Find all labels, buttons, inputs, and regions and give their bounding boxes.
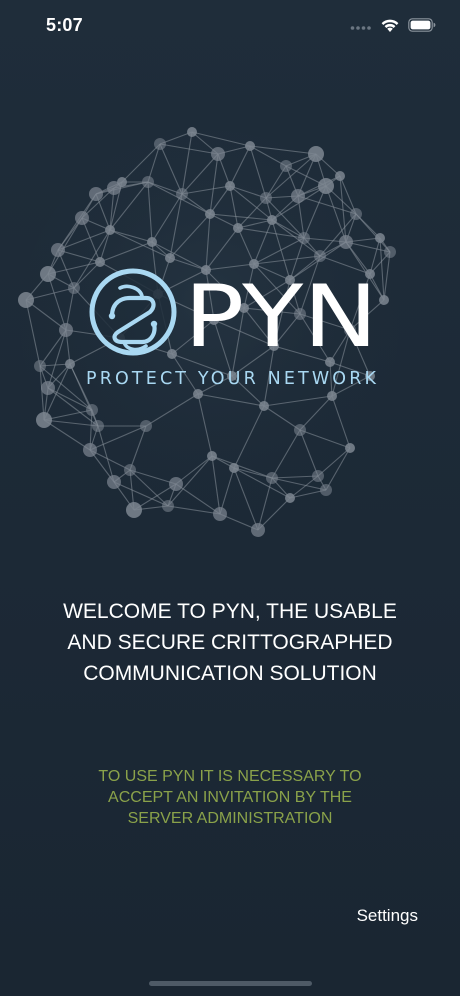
network-node [308, 146, 324, 162]
hero-logo-area: PYN PROTECT YOUR NETWORK [0, 110, 460, 550]
network-node [335, 171, 345, 181]
wifi-icon [381, 19, 399, 32]
welcome-line: WELCOME TO PYN, THE USABLE [63, 600, 397, 623]
network-node [89, 187, 103, 201]
network-node [65, 359, 75, 369]
network-node [207, 451, 217, 461]
status-time: 5:07 [46, 15, 83, 35]
network-node [251, 523, 265, 537]
network-node [34, 360, 46, 372]
network-node [350, 208, 362, 220]
status-icons [350, 16, 436, 34]
network-node [92, 420, 104, 432]
network-node [142, 176, 154, 188]
welcome-line: AND SECURE CRITTOGRAPHED [67, 631, 393, 654]
network-node [260, 192, 272, 204]
status-bar: 5:07 [0, 0, 460, 50]
network-node [233, 223, 243, 233]
network-node [59, 323, 73, 337]
network-node [95, 257, 105, 267]
network-node [154, 138, 166, 150]
network-node [107, 181, 121, 195]
network-node [40, 266, 56, 282]
network-node [266, 472, 278, 484]
network-node [375, 233, 385, 243]
network-node [147, 237, 157, 247]
network-node [36, 412, 52, 428]
pyn-logo: PYN PROTECT YOUR NETWORK [18, 127, 400, 537]
network-node [320, 484, 332, 496]
network-node [384, 246, 396, 258]
welcome-message: WELCOME TO PYN, THE USABLE AND SECURE CR… [20, 596, 440, 689]
network-node [140, 420, 152, 432]
network-node [314, 250, 326, 262]
network-node [205, 209, 215, 219]
network-node [312, 470, 324, 482]
welcome-line: COMMUNICATION SOLUTION [83, 662, 377, 685]
logo-wordmark: PYN [184, 267, 378, 367]
network-node [280, 160, 292, 172]
notice-line: TO USE PYN IT IS NECESSARY TO [98, 768, 362, 785]
network-node [169, 477, 183, 491]
network-node [229, 463, 239, 473]
network-node [126, 502, 142, 518]
network-node [41, 381, 55, 395]
home-indicator [149, 981, 312, 986]
network-node [379, 295, 389, 305]
network-node [245, 141, 255, 151]
network-node [167, 349, 177, 359]
network-node [285, 493, 295, 503]
network-node [165, 253, 175, 263]
network-node [291, 189, 305, 203]
battery-icon [408, 18, 436, 32]
network-node [327, 391, 337, 401]
network-node [75, 211, 89, 225]
network-node [187, 127, 197, 137]
notice-line: ACCEPT AN INVITATION BY THE [108, 789, 352, 806]
cellular-signal-icon [350, 26, 371, 30]
network-node [68, 282, 80, 294]
network-node [213, 507, 227, 521]
network-node [298, 232, 310, 244]
network-node [193, 389, 203, 399]
network-node [107, 475, 121, 489]
invitation-notice: TO USE PYN IT IS NECESSARY TO ACCEPT AN … [30, 766, 430, 829]
network-node [51, 243, 65, 257]
network-node [18, 292, 34, 308]
settings-button[interactable]: Settings [357, 906, 418, 926]
network-node [267, 215, 277, 225]
network-node [124, 464, 136, 476]
network-node [225, 181, 235, 191]
pyn-emblem-icon [89, 268, 177, 356]
network-node [86, 404, 98, 416]
notice-line: SERVER ADMINISTRATION [127, 810, 333, 827]
network-node [318, 178, 334, 194]
network-node [339, 235, 353, 249]
network-node [259, 401, 269, 411]
network-node [162, 500, 174, 512]
network-node [105, 225, 115, 235]
network-node [345, 443, 355, 453]
network-node [83, 443, 97, 457]
network-node [294, 424, 306, 436]
network-node [176, 188, 188, 200]
network-node [211, 147, 225, 161]
